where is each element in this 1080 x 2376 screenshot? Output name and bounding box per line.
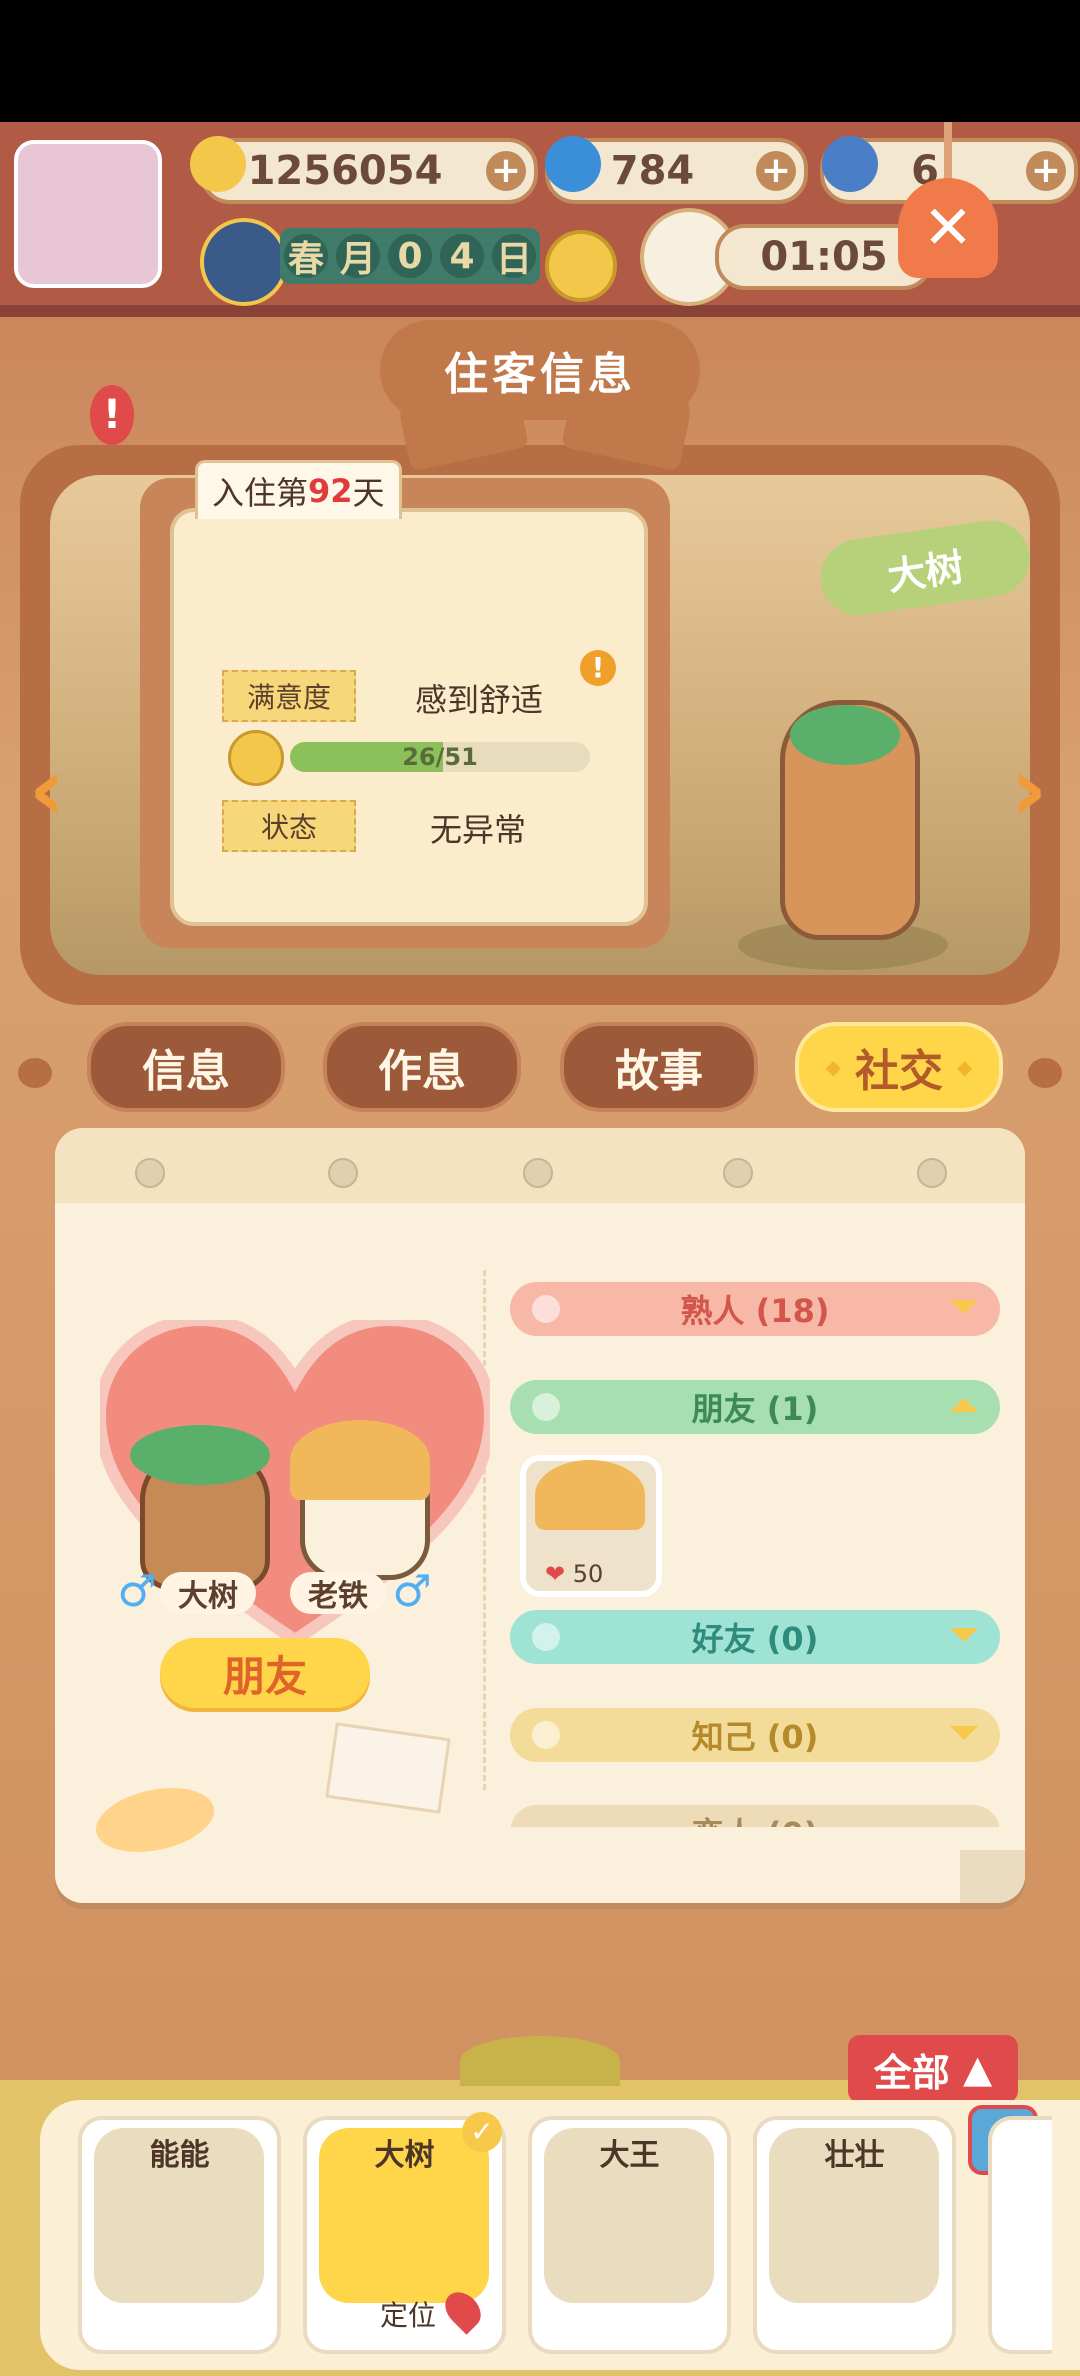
stay-prefix: 入住第: [212, 474, 309, 512]
season-date: 春 月 0 4 日: [280, 228, 540, 284]
resident-card-name: 壮壮: [824, 2138, 885, 2173]
date-month: 月: [336, 234, 380, 280]
add-feather-icon[interactable]: +: [1026, 151, 1066, 191]
pair-left-name: 大树: [160, 1572, 256, 1614]
status-value: 无异常: [430, 811, 527, 849]
group-icon: [532, 1623, 560, 1651]
resident-card-name: 大王: [599, 2138, 660, 2173]
date-day: 日: [492, 234, 536, 280]
tree-sprout-icon: [790, 705, 900, 765]
paw-icon-left: [18, 1058, 52, 1088]
info-alert-icon[interactable]: !: [580, 650, 616, 686]
panel-title: 住客信息: [380, 320, 700, 420]
binding-hole: [328, 1158, 358, 1188]
relation-badge: 朋友: [160, 1638, 370, 1708]
paw-icon-right: [1028, 1058, 1062, 1088]
resident-card-nengneng[interactable]: 能能: [78, 2116, 281, 2354]
tab-social-label: 社交: [855, 1046, 943, 1097]
group-good-friend-label: 好友 (0): [691, 1620, 819, 1658]
group-confidant[interactable]: 知己 (0): [510, 1708, 1000, 1762]
player-avatar[interactable]: [14, 140, 162, 288]
male-icon-left: ♂: [117, 1566, 157, 1617]
add-fire-icon[interactable]: +: [756, 151, 796, 191]
group-lover-clip: 恋人 (0): [510, 1805, 1000, 1827]
tab-info[interactable]: 信息: [87, 1022, 285, 1112]
resident-card-name: 能能: [149, 2138, 210, 2173]
friend-hat-icon: [535, 1460, 645, 1530]
status-label: 状态: [222, 800, 356, 852]
straw-hat-icon: [290, 1420, 430, 1500]
group-acquaintance[interactable]: 熟人 (18): [510, 1282, 1000, 1336]
binding-hole: [723, 1158, 753, 1188]
page-curl: [960, 1850, 1025, 1903]
sun-weather-icon: [545, 230, 617, 302]
satisfaction-value: 感到舒适: [415, 681, 544, 719]
tab-story[interactable]: 故事: [560, 1022, 758, 1112]
binding-hole: [523, 1158, 553, 1188]
binding-hole: [135, 1158, 165, 1188]
resident-card-dawang[interactable]: 大王: [528, 2116, 731, 2354]
banana-icon: [190, 136, 246, 192]
workshop-alert-icon[interactable]: !: [90, 385, 134, 445]
locate-label[interactable]: 定位: [380, 2294, 436, 2334]
male-icon-right: ♂: [392, 1566, 432, 1617]
chevron-down-icon: [950, 1726, 978, 1740]
stay-suffix: 天: [352, 474, 385, 512]
all-filter-label: 全部: [873, 2050, 950, 2095]
next-resident-arrow[interactable]: ›: [994, 735, 1064, 845]
tree-leaves-icon: [130, 1425, 270, 1485]
selected-check-icon: ✓: [462, 2112, 502, 2152]
next-resident-card-partial[interactable]: [988, 2116, 1052, 2354]
envelope-icon: [325, 1722, 451, 1814]
group-good-friend[interactable]: 好友 (0): [510, 1610, 1000, 1664]
group-friend-label: 朋友 (1): [691, 1390, 819, 1428]
resident-name: 大树: [884, 544, 967, 599]
banana-counter[interactable]: 1256054 +: [200, 138, 538, 204]
thumbs-up-icon: [228, 730, 284, 786]
blue-fire-icon: [545, 136, 601, 192]
group-acquaintance-label: 熟人 (18): [680, 1292, 830, 1330]
date-season: 春: [284, 234, 328, 280]
group-icon: [532, 1721, 560, 1749]
satisfaction-progress-text: 26/51: [402, 743, 478, 771]
info-card: [140, 478, 670, 948]
group-icon: [532, 1295, 560, 1323]
binding-hole: [917, 1158, 947, 1188]
group-lover[interactable]: 恋人 (0): [510, 1805, 1000, 1827]
stay-days: 92: [308, 472, 353, 510]
date-digit-2: 4: [440, 234, 484, 278]
group-icon: [532, 1393, 560, 1421]
group-confidant-label: 知己 (0): [691, 1718, 819, 1756]
tab-schedule[interactable]: 作息: [323, 1022, 521, 1112]
feather-icon: [822, 136, 878, 192]
moon-clock-icon: [200, 218, 288, 306]
chevron-down-icon: [950, 1628, 978, 1642]
friend-score-value: 50: [572, 1560, 604, 1588]
banana-value: 1256054: [247, 148, 443, 194]
stay-days-tab: 入住第 92 天: [195, 460, 402, 519]
bottom-cat-ears: [460, 2036, 620, 2086]
heart-icon: ❤: [545, 1560, 566, 1588]
tab-social[interactable]: 社交: [795, 1022, 1003, 1112]
group-friend[interactable]: 朋友 (1): [510, 1380, 1000, 1434]
friend-score: ❤ 50: [545, 1560, 603, 1588]
group-lover-label: 恋人 (0): [692, 1809, 819, 1827]
resident-card-zhuangzhuang[interactable]: 壮壮: [753, 2116, 956, 2354]
satisfaction-label: 满意度: [222, 670, 356, 722]
all-filter-button[interactable]: 全部 ▲: [848, 2035, 1018, 2103]
prev-resident-arrow[interactable]: ‹: [12, 735, 82, 845]
date-digit-1: 0: [388, 234, 432, 278]
chevron-down-icon: [950, 1300, 978, 1314]
chevron-up-icon: [950, 1398, 978, 1412]
close-button[interactable]: ✕: [898, 178, 998, 278]
add-banana-icon[interactable]: +: [486, 151, 526, 191]
pair-right-name: 老铁: [290, 1572, 386, 1614]
